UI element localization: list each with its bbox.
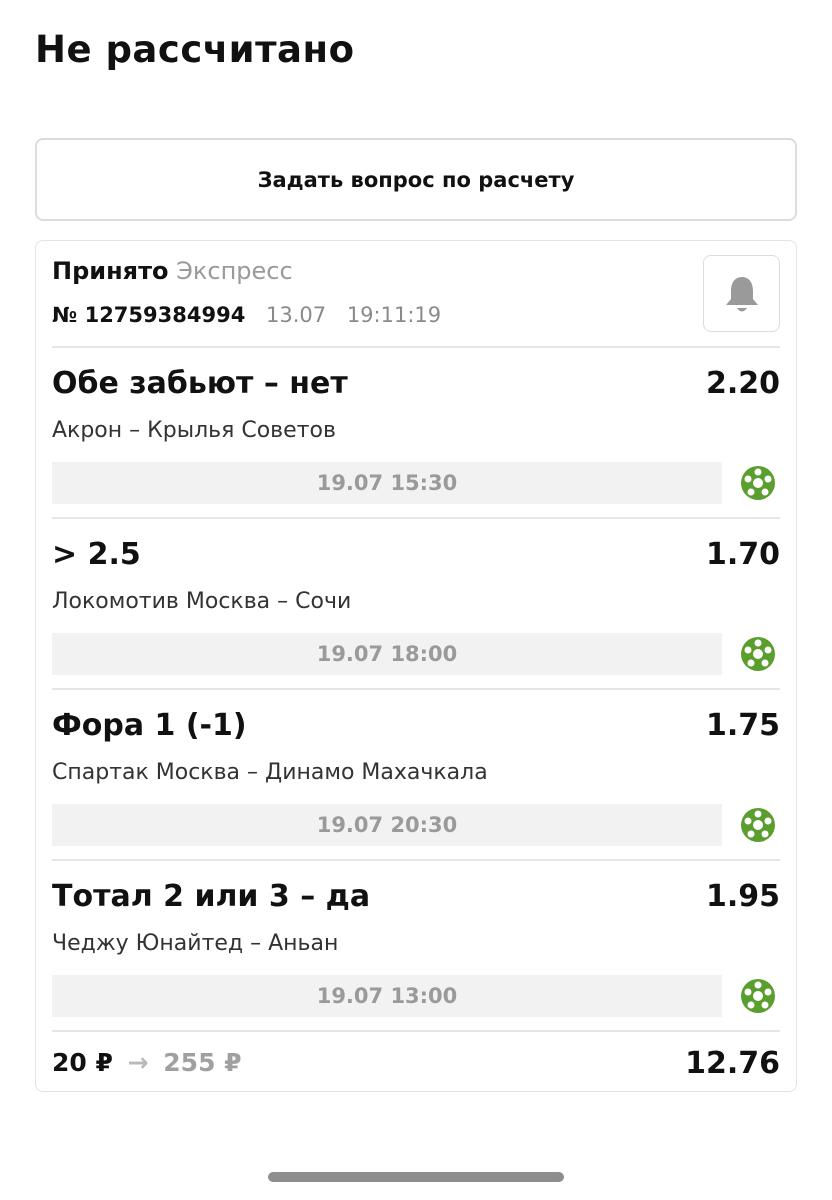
event-item: Тотал 2 или 3 – да 1.95 Чеджу Юнайтед – … bbox=[36, 861, 796, 1030]
event-start-time: 19.07 15:30 bbox=[52, 462, 722, 504]
ticket-time: 19:11:19 bbox=[346, 303, 442, 327]
event-odds: 2.20 bbox=[705, 366, 780, 401]
event-item: Обе забьют – нет 2.20 Акрон – Крылья Сов… bbox=[36, 348, 796, 517]
bet-card: Принято Экспресс № 12759384994 13.07 19:… bbox=[35, 240, 797, 1092]
bell-icon bbox=[725, 276, 758, 311]
stake-amount: 20 ₽ bbox=[52, 1048, 113, 1077]
event-market: > 2.5 bbox=[52, 537, 141, 572]
notification-button[interactable] bbox=[703, 255, 780, 332]
event-market: Фора 1 (-1) bbox=[52, 708, 247, 743]
event-teams: Спартак Москва – Динамо Махачкала bbox=[52, 760, 488, 785]
home-indicator[interactable] bbox=[268, 1172, 564, 1182]
event-teams: Чеджу Юнайтед – Аньан bbox=[52, 931, 339, 956]
ticket-number: № 12759384994 bbox=[52, 303, 246, 327]
arrow-right-icon: → bbox=[127, 1048, 149, 1077]
bet-header: Принято Экспресс № 12759384994 13.07 19:… bbox=[36, 241, 796, 346]
event-odds: 1.75 bbox=[705, 708, 780, 743]
football-icon bbox=[741, 808, 775, 842]
event-item: > 2.5 1.70 Локомотив Москва – Сочи 19.07… bbox=[36, 519, 796, 688]
event-odds: 1.95 bbox=[705, 879, 780, 914]
event-start-time: 19.07 13:00 bbox=[52, 975, 722, 1017]
page-title: Не рассчитано bbox=[35, 28, 355, 71]
total-odds: 12.76 bbox=[685, 1046, 780, 1081]
football-icon bbox=[741, 637, 775, 671]
event-item: Фора 1 (-1) 1.75 Спартак Москва – Динамо… bbox=[36, 690, 796, 859]
event-start-time: 19.07 18:00 bbox=[52, 633, 722, 675]
bet-details-screen: Не рассчитано Задать вопрос по расчету П… bbox=[0, 0, 832, 1200]
stake-line: 20 ₽ → 255 ₽ bbox=[52, 1048, 242, 1077]
event-odds: 1.70 bbox=[705, 537, 780, 572]
event-market: Обе забьют – нет bbox=[52, 366, 348, 401]
ticket-date: 13.07 bbox=[266, 303, 327, 327]
event-teams: Акрон – Крылья Советов bbox=[52, 418, 336, 443]
football-icon bbox=[741, 979, 775, 1013]
event-market: Тотал 2 или 3 – да bbox=[52, 879, 371, 914]
event-teams: Локомотив Москва – Сочи bbox=[52, 589, 352, 614]
football-icon bbox=[741, 466, 775, 500]
potential-win: 255 ₽ bbox=[163, 1048, 242, 1077]
bet-type: Экспресс bbox=[176, 257, 293, 285]
bet-status: Принято bbox=[52, 257, 169, 285]
bet-status-line: Принято Экспресс bbox=[52, 257, 293, 285]
ticket-info: № 12759384994 13.07 19:11:19 bbox=[52, 303, 441, 327]
ask-about-settlement-button[interactable]: Задать вопрос по расчету bbox=[35, 138, 797, 221]
bet-summary: 20 ₽ → 255 ₽ 12.76 bbox=[36, 1032, 796, 1096]
event-start-time: 19.07 20:30 bbox=[52, 804, 722, 846]
